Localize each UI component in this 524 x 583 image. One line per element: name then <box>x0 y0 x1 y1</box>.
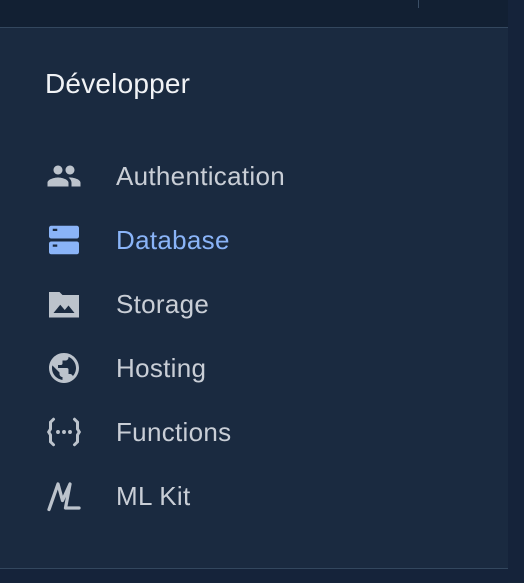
sidebar-item-label: Hosting <box>116 353 207 383</box>
sidebar-item-authentication[interactable]: Authentication <box>0 144 508 208</box>
sidebar-item-label: Storage <box>116 289 210 319</box>
sidebar-nav: Authentication Database Storage Hosting … <box>0 144 508 528</box>
ml-kit-icon <box>46 478 82 514</box>
globe-icon <box>46 350 82 386</box>
sidebar-item-label: Authentication <box>116 161 285 191</box>
sidebar-item-label: ML Kit <box>116 481 191 511</box>
sidebar-item-database[interactable]: Database <box>0 208 508 272</box>
bottom-divider <box>0 568 508 583</box>
top-bar <box>0 0 508 28</box>
storage-photo-icon <box>46 286 82 322</box>
sidebar-item-label: Database <box>116 225 230 255</box>
database-icon <box>46 222 82 258</box>
sidebar-item-storage[interactable]: Storage <box>0 272 508 336</box>
section-title: Développer <box>45 68 191 99</box>
panel-edge <box>508 0 524 582</box>
people-icon <box>46 158 82 194</box>
functions-icon <box>46 414 82 450</box>
sidebar-item-functions[interactable]: Functions <box>0 400 508 464</box>
top-bar-divider <box>418 0 419 8</box>
sidebar-item-label: Functions <box>116 417 232 447</box>
sidebar-item-hosting[interactable]: Hosting <box>0 336 508 400</box>
sidebar-item-ml-kit[interactable]: ML Kit <box>0 464 508 528</box>
